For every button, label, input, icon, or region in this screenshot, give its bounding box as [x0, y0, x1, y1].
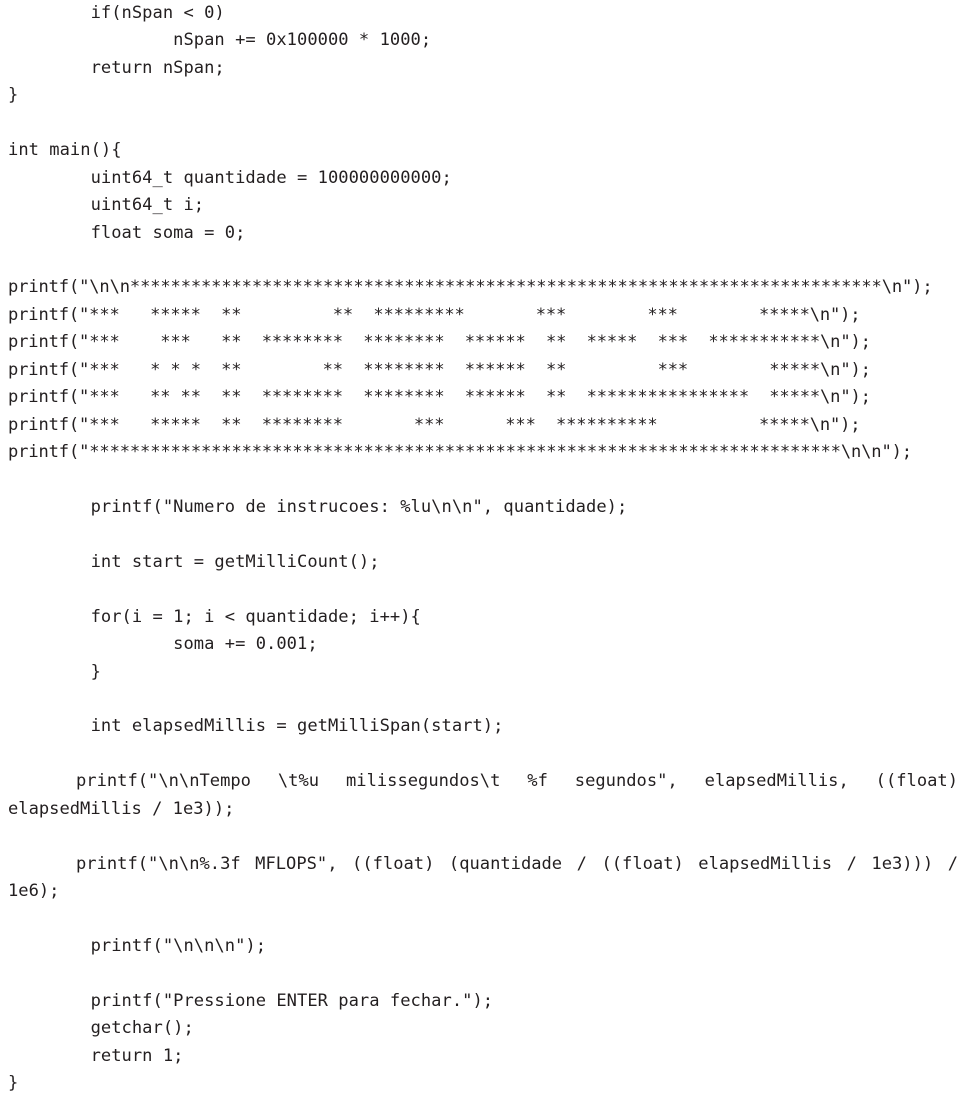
ascii-banner-line: printf("********************************…: [8, 442, 912, 462]
code-line: if(nSpan < 0): [8, 3, 225, 23]
code-line-start-timer: int start = getMilliCount();: [8, 551, 380, 572]
code-line-printf-mflops: printf("\n\n%.3f MFLOPS", ((float) (quan…: [8, 853, 958, 902]
ascii-banner-line: printf("*** ***** ** ******** *** *** **…: [8, 414, 861, 435]
code-line: nSpan += 0x100000 * 1000;: [8, 30, 432, 51]
code-line-printf-tempo: printf("\n\nTempo \t%u milissegundos\t %…: [8, 771, 958, 819]
code-line-quantidade: uint64_t quantidade = 100000000000;: [8, 167, 452, 188]
code-line-for-close: }: [8, 661, 101, 682]
code-line-main-close: }: [8, 1073, 19, 1094]
code-line: return nSpan;: [8, 57, 225, 78]
code-line-return: return 1;: [8, 1045, 184, 1066]
code-listing: if(nSpan < 0) nSpan += 0x100000 * 1000; …: [0, 0, 960, 1098]
ascii-banner-line: printf("\n\n****************************…: [8, 277, 933, 298]
code-line-printf-newlines: printf("\n\n\n");: [8, 935, 267, 956]
code-line-printf-pressione: printf("Pressione ENTER para fechar.");: [8, 990, 494, 1011]
code-line-for-loop: for(i = 1; i < quantidade; i++){: [8, 606, 421, 627]
code-line-main-decl: int main(){: [8, 140, 122, 161]
code-line-elapsed-millis: int elapsedMillis = getMilliSpan(start);: [8, 716, 504, 737]
code-line-printf-instrucoes: printf("Numero de instrucoes: %lu\n\n", …: [8, 496, 628, 517]
code-line: }: [8, 85, 19, 106]
code-line-soma-decl: float soma = 0;: [8, 222, 246, 243]
code-line-getchar: getchar();: [8, 1018, 194, 1039]
ascii-banner-line: printf("*** *** ** ******** ******** ***…: [8, 332, 871, 353]
code-line-index-decl: uint64_t i;: [8, 195, 205, 216]
ascii-banner-line: printf("*** ***** ** ** ********* *** **…: [8, 304, 861, 325]
code-line-soma-accumulate: soma += 0.001;: [8, 634, 318, 655]
ascii-banner-line: printf("*** ** ** ** ******** ******** *…: [8, 387, 871, 408]
ascii-banner-line: printf("*** * * * ** ** ******** ****** …: [8, 359, 871, 380]
